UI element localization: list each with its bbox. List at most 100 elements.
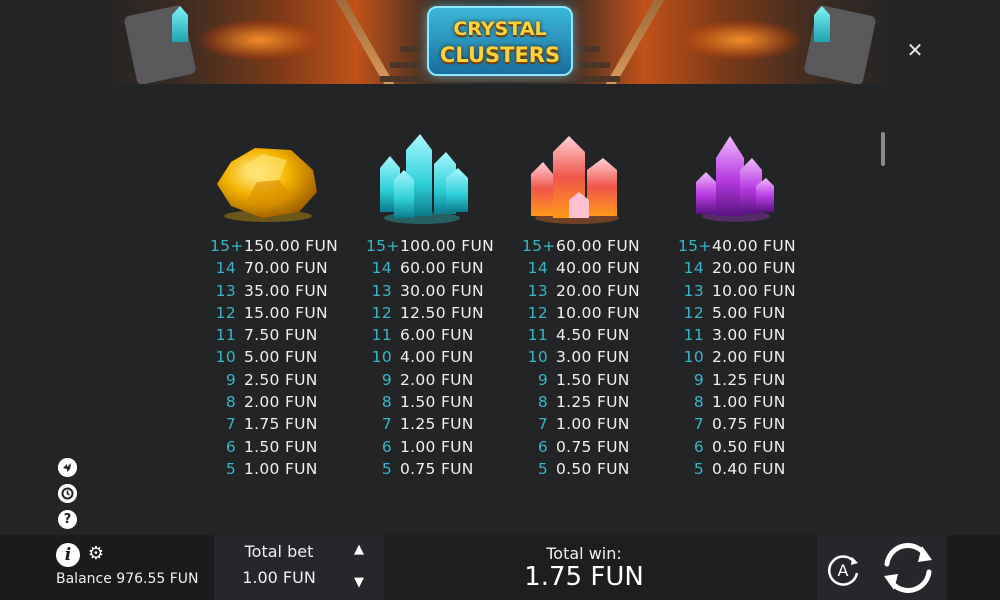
payout-value: 0.75 FUN (400, 459, 474, 478)
payout-value: 6.00 FUN (400, 326, 474, 345)
paytable-column-purple: 15+40.00 FUN 14 20.00 FUN 13 10.00 FUN 12 5.00… (678, 235, 796, 480)
paytable-row: 5 1.00 FUN (210, 458, 338, 480)
payout-value: 2.00 FUN (712, 348, 786, 367)
scrollbar-thumb[interactable] (881, 132, 885, 166)
cluster-size: 14 (215, 259, 236, 278)
payout-value: 3.00 FUN (556, 348, 630, 367)
payout-value: 60.00 FUN (556, 237, 640, 255)
paytable-row: 5 0.40 FUN (678, 458, 796, 480)
logo-text-line2: CLUSTERS (439, 43, 561, 67)
cluster-size: 13 (215, 281, 236, 300)
payout-value: 20.00 FUN (556, 281, 640, 300)
payout-value: 60.00 FUN (400, 259, 484, 278)
help-icon[interactable]: ? (58, 510, 77, 529)
payout-value: 40.00 FUN (556, 259, 640, 278)
yellow-gem-icon (217, 148, 317, 222)
payout-value: 4.50 FUN (556, 326, 630, 345)
paytable-row: 7 1.00 FUN (522, 413, 640, 435)
paytable-row: 10 4.00 FUN (366, 346, 494, 368)
cluster-size: 8 (537, 393, 548, 412)
cluster-size: 11 (527, 326, 548, 345)
logo-text-line1: CRYSTAL (453, 18, 547, 40)
close-icon[interactable]: ✕ (905, 39, 925, 61)
spin-icon[interactable] (878, 540, 938, 596)
paytable-row: 8 2.00 FUN (210, 391, 338, 413)
info-icon[interactable]: i (56, 543, 80, 567)
payout-value: 12.50 FUN (400, 303, 484, 322)
cluster-size: 5 (693, 459, 704, 478)
cluster-size: 8 (225, 393, 236, 412)
payout-value: 10.00 FUN (712, 281, 796, 300)
payout-value: 2.50 FUN (244, 370, 318, 389)
cluster-size: 10 (527, 348, 548, 367)
bet-increase-icon[interactable]: ▲ (351, 543, 367, 557)
cluster-size: 15+ (678, 237, 712, 255)
paytable-row: 10 5.00 FUN (210, 346, 338, 368)
paytable-row: 12 10.00 FUN (522, 302, 640, 324)
red-crystal-icon (531, 136, 619, 224)
payout-value: 1.00 FUN (556, 415, 630, 434)
paytable-row: 13 20.00 FUN (522, 280, 640, 302)
gear-icon[interactable]: ⚙ (86, 544, 106, 564)
payout-value: 40.00 FUN (712, 237, 796, 255)
paytable-row: 10 2.00 FUN (678, 346, 796, 368)
paytable-column-cyan: 15+100.00 FUN 14 60.00 FUN 13 30.00 FUN 12 12.… (366, 235, 494, 480)
cluster-size: 9 (381, 370, 392, 389)
paytable-row: 15+40.00 FUN (678, 235, 796, 257)
autoplay-icon[interactable]: A (824, 551, 862, 589)
paytable-row: 6 1.50 FUN (210, 436, 338, 458)
paytable-row: 15+60.00 FUN (522, 235, 640, 257)
purple-crystal-icon (696, 136, 774, 222)
paytable-row: 9 2.50 FUN (210, 369, 338, 391)
paytable-row: 15+150.00 FUN (210, 235, 338, 257)
cluster-size: 13 (683, 281, 704, 300)
paytable-row: 12 12.50 FUN (366, 302, 494, 324)
cluster-size: 9 (537, 370, 548, 389)
payout-value: 7.50 FUN (244, 326, 318, 345)
paytable-row: 11 7.50 FUN (210, 324, 338, 346)
rail-sleeper (380, 76, 620, 82)
total-bet-label: Total bet (244, 542, 314, 561)
cluster-size: 5 (381, 459, 392, 478)
paytable-row: 6 0.50 FUN (678, 436, 796, 458)
autoplay-letter: A (838, 561, 849, 580)
paytable-row: 12 5.00 FUN (678, 302, 796, 324)
payout-value: 0.40 FUN (712, 459, 786, 478)
paytable-row: 10 3.00 FUN (522, 346, 640, 368)
cluster-size: 7 (225, 415, 236, 434)
cluster-size: 13 (371, 281, 392, 300)
lava-glow-left (200, 20, 320, 60)
payout-value: 5.00 FUN (244, 348, 318, 367)
paytable-row: 11 4.50 FUN (522, 324, 640, 346)
paytable-row: 11 6.00 FUN (366, 324, 494, 346)
cluster-size: 14 (371, 259, 392, 278)
paytable-row: 7 0.75 FUN (678, 413, 796, 435)
payout-value: 15.00 FUN (244, 303, 328, 322)
cluster-size: 5 (225, 459, 236, 478)
payout-value: 70.00 FUN (244, 259, 328, 278)
cyan-crystal-icon (380, 134, 468, 224)
cluster-size: 9 (693, 370, 704, 389)
paytable-row: 14 40.00 FUN (522, 257, 640, 279)
payout-value: 35.00 FUN (244, 281, 328, 300)
payout-value: 1.25 FUN (556, 393, 630, 412)
balance-label: Balance 976.55 FUN (56, 571, 199, 587)
cluster-size: 5 (537, 459, 548, 478)
paytable-row: 5 0.50 FUN (522, 458, 640, 480)
fast-play-icon[interactable] (58, 458, 77, 477)
payout-value: 1.00 FUN (712, 393, 786, 412)
cluster-size: 6 (693, 437, 704, 456)
payout-value: 0.50 FUN (556, 459, 630, 478)
payout-value: 1.50 FUN (400, 393, 474, 412)
payout-value: 150.00 FUN (244, 237, 339, 255)
game-logo: CRYSTAL CLUSTERS (427, 6, 573, 76)
payout-value: 1.75 FUN (244, 415, 318, 434)
cluster-size: 15+ (366, 237, 400, 255)
payout-value: 0.75 FUN (556, 437, 630, 456)
bet-decrease-icon[interactable]: ▼ (351, 576, 367, 590)
payout-value: 5.00 FUN (712, 303, 786, 322)
paytable-row: 8 1.00 FUN (678, 391, 796, 413)
cluster-size: 6 (537, 437, 548, 456)
history-icon[interactable] (58, 484, 77, 503)
cluster-size: 11 (683, 326, 704, 345)
